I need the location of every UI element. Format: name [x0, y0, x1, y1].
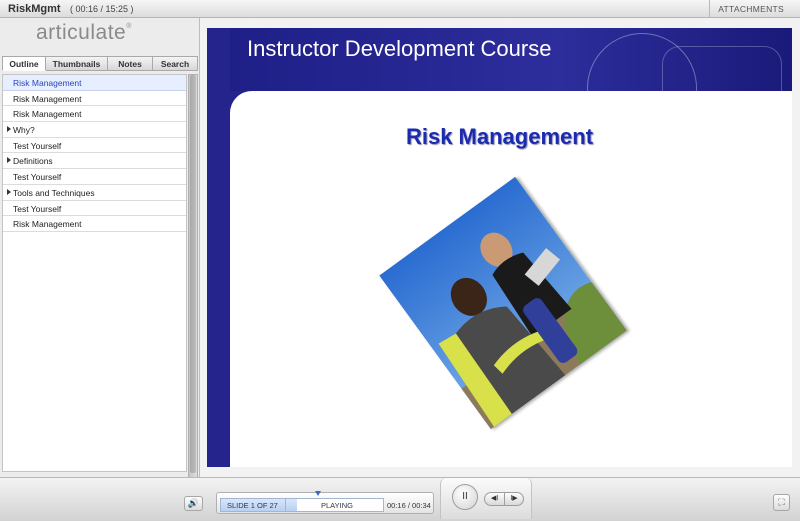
outline-item[interactable]: Risk Management — [3, 75, 186, 91]
slide-left-band — [207, 28, 230, 467]
outline-section-tools[interactable]: Tools and Techniques — [3, 185, 186, 201]
outline-item[interactable]: Risk Management — [3, 91, 186, 107]
title-bar: RiskMgmt ( 00:16 / 15:25 ) ATTACHMENTS — [0, 0, 800, 18]
previous-slide-button[interactable]: ◀I — [484, 492, 504, 506]
course-time: ( 00:16 / 15:25 ) — [70, 4, 134, 14]
fullscreen-icon[interactable]: ⛶ — [773, 494, 790, 511]
outline-section-why[interactable]: Why? — [3, 122, 186, 138]
player-controls: 🔊 SLIDE 1 OF 27 PLAYING 00:16 / 00:34 II… — [0, 477, 800, 521]
course-title: RiskMgmt — [8, 3, 61, 15]
outline-list: Risk Management Risk Management Risk Man… — [2, 74, 187, 472]
volume-icon[interactable]: 🔊 — [184, 496, 203, 511]
slide-time: 00:16 / 00:34 — [387, 501, 431, 510]
scrollbar-thumb[interactable] — [190, 75, 196, 473]
playback-buttons: II ◀I I▶ — [440, 478, 532, 519]
sidebar: articulate® Outline Thumbnails Notes Sea… — [0, 18, 200, 490]
slide-header-title: Instructor Development Course — [247, 36, 552, 61]
tab-notes[interactable]: Notes — [108, 56, 153, 71]
divers-photo — [379, 176, 627, 430]
pause-button[interactable]: II — [452, 484, 478, 510]
tab-search[interactable]: Search — [153, 56, 198, 71]
expand-arrow-icon[interactable] — [7, 126, 11, 133]
slide-viewport: Instructor Development Course Risk Manag… — [200, 18, 800, 477]
outline-section-definitions[interactable]: Definitions — [3, 153, 186, 170]
slide-title: Risk Management — [405, 124, 594, 149]
outline-item[interactable]: Test Yourself — [3, 201, 186, 217]
outline-item[interactable]: Test Yourself — [3, 138, 186, 154]
expand-arrow-icon[interactable] — [7, 188, 11, 195]
tab-outline[interactable]: Outline — [2, 56, 46, 71]
slide: Instructor Development Course Risk Manag… — [207, 28, 792, 467]
outline-scrollbar[interactable] — [188, 74, 198, 490]
outline-item[interactable]: Risk Management — [3, 216, 186, 232]
progress-panel: SLIDE 1 OF 27 PLAYING 00:16 / 00:34 — [216, 491, 434, 514]
playback-status: PLAYING — [321, 501, 353, 510]
expand-arrow-icon[interactable] — [7, 157, 11, 164]
articulate-logo: articulate® — [36, 21, 132, 44]
playhead-marker-icon[interactable] — [315, 491, 321, 496]
slide-counter: SLIDE 1 OF 27 — [227, 501, 278, 510]
attachments-button[interactable]: ATTACHMENTS — [709, 0, 800, 18]
tab-thumbnails[interactable]: Thumbnails — [46, 56, 108, 71]
sidebar-tabs: Outline Thumbnails Notes Search — [2, 56, 198, 71]
next-slide-button[interactable]: I▶ — [504, 492, 524, 506]
outline-item[interactable]: Test Yourself — [3, 169, 186, 185]
outline-item[interactable]: Risk Management — [3, 106, 186, 123]
